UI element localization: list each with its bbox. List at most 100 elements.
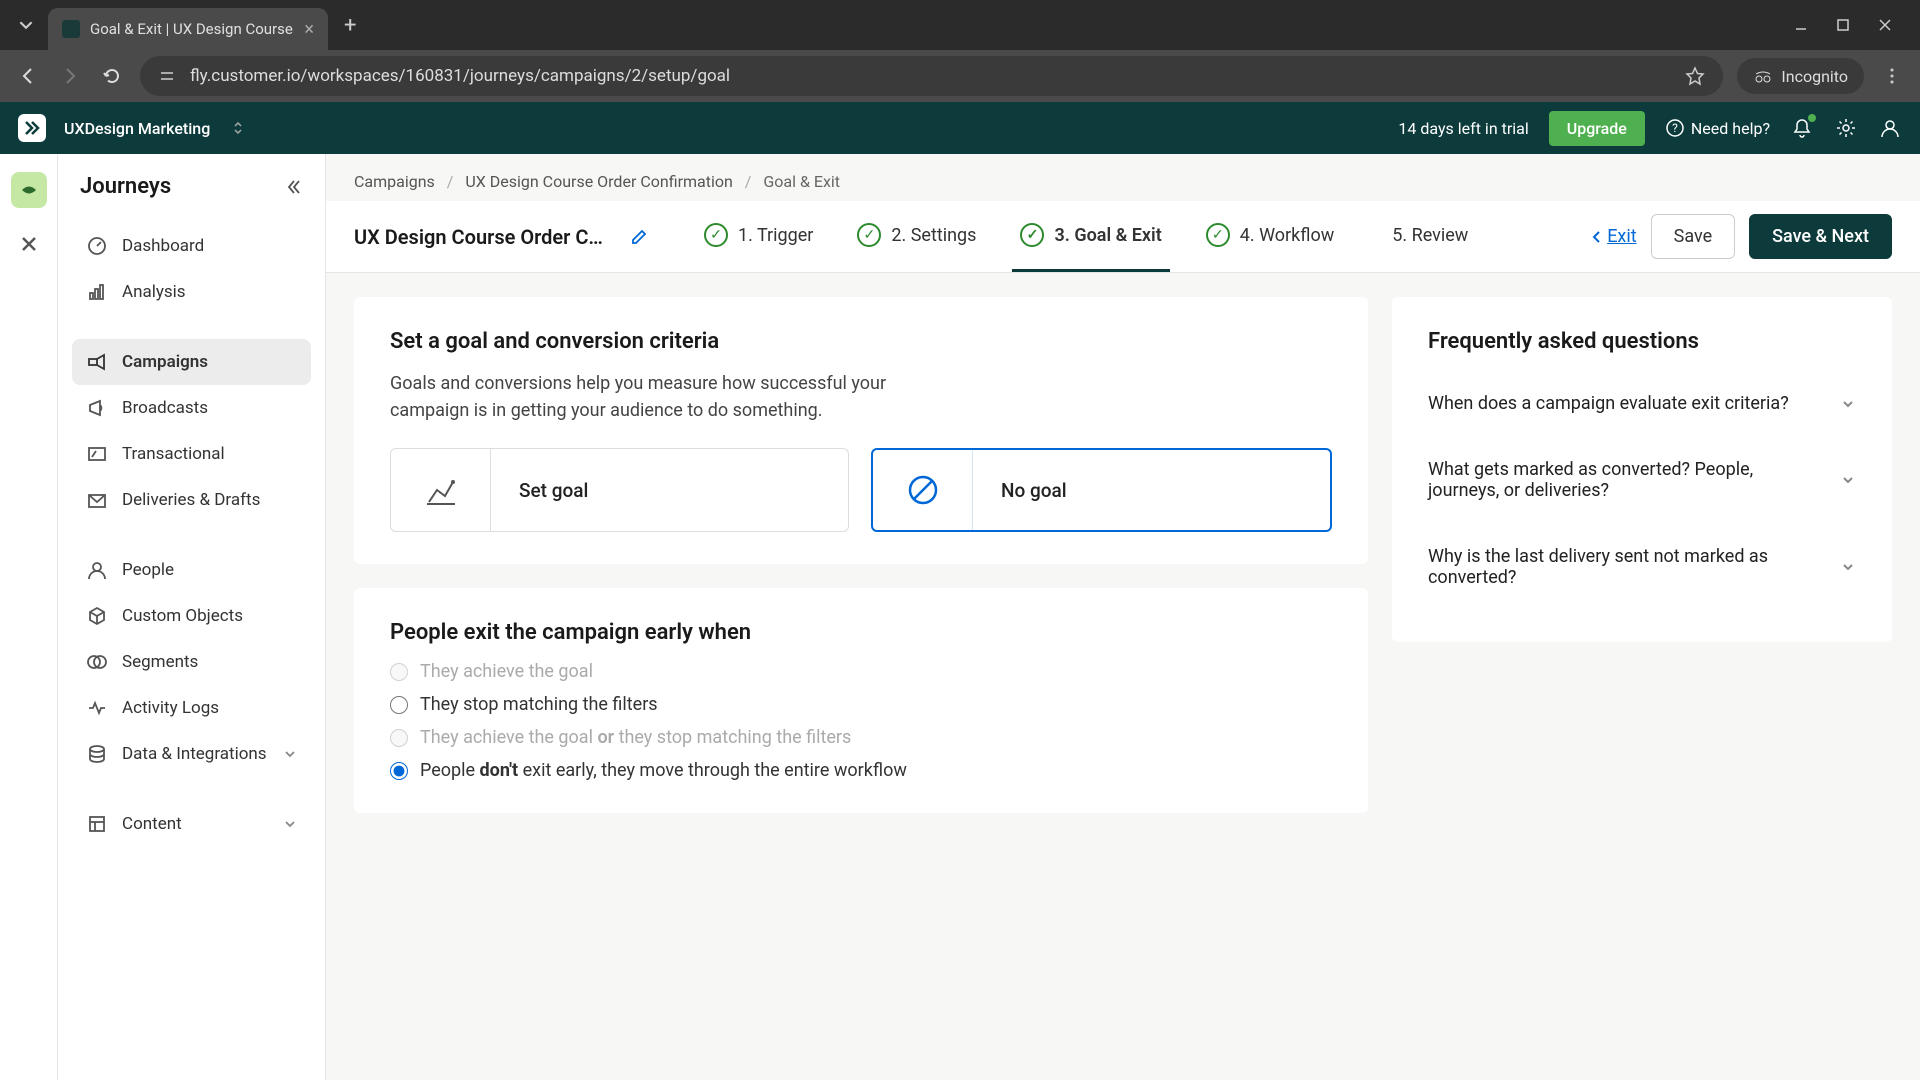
check-icon: ✓ bbox=[1206, 223, 1230, 247]
tab-search-dropdown[interactable] bbox=[8, 7, 44, 43]
new-tab-button[interactable]: + bbox=[332, 13, 368, 38]
site-info-icon[interactable] bbox=[158, 67, 176, 85]
browser-menu-icon[interactable] bbox=[1878, 62, 1906, 90]
incognito-icon bbox=[1753, 66, 1773, 86]
step-trigger[interactable]: ✓1. Trigger bbox=[696, 201, 821, 272]
sidebar-item-activity-logs[interactable]: Activity Logs bbox=[72, 685, 311, 731]
sidebar-item-campaigns[interactable]: Campaigns bbox=[72, 339, 311, 385]
close-window-icon[interactable] bbox=[1878, 18, 1892, 32]
faq-title: Frequently asked questions bbox=[1428, 329, 1856, 354]
chevron-down-icon bbox=[1840, 472, 1856, 488]
sidebar: Journeys Dashboard Analysis Campaigns Br… bbox=[58, 154, 326, 1080]
edit-title-icon[interactable] bbox=[630, 228, 648, 246]
chevron-down-icon bbox=[1840, 396, 1856, 412]
no-goal-option[interactable]: No goal bbox=[871, 448, 1332, 532]
faq-item-1[interactable]: When does a campaign evaluate exit crite… bbox=[1428, 370, 1856, 436]
workspace-switcher-icon[interactable] bbox=[232, 120, 244, 136]
trial-status: 14 days left in trial bbox=[1398, 119, 1528, 138]
setup-header: UX Design Course Order Confi… ✓1. Trigge… bbox=[326, 201, 1920, 273]
radio-input[interactable] bbox=[390, 696, 408, 714]
sidebar-item-content[interactable]: Content bbox=[72, 801, 311, 847]
faq-card: Frequently asked questions When does a c… bbox=[1392, 297, 1892, 642]
faq-item-3[interactable]: Why is the last delivery sent not marked… bbox=[1428, 523, 1856, 610]
url-input[interactable]: fly.customer.io/workspaces/160831/journe… bbox=[140, 56, 1723, 96]
minimize-icon[interactable] bbox=[1794, 18, 1808, 32]
exit-card: People exit the campaign early when They… bbox=[354, 588, 1368, 813]
back-button[interactable] bbox=[14, 62, 42, 90]
sidebar-item-deliveries[interactable]: Deliveries & Drafts bbox=[72, 477, 311, 523]
goal-card: Set a goal and conversion criteria Goals… bbox=[354, 297, 1368, 564]
breadcrumb-campaign-name[interactable]: UX Design Course Order Confirmation bbox=[465, 172, 732, 191]
settings-icon[interactable] bbox=[1834, 116, 1858, 140]
exit-option-goal-or-filters: They achieve the goal or they stop match… bbox=[390, 727, 1332, 748]
favicon-icon bbox=[62, 20, 80, 38]
breadcrumb: Campaigns / UX Design Course Order Confi… bbox=[326, 154, 1920, 201]
bookmark-icon[interactable] bbox=[1685, 66, 1705, 86]
dashboard-icon bbox=[86, 235, 108, 257]
incognito-badge[interactable]: Incognito bbox=[1737, 58, 1864, 94]
sidebar-item-transactional[interactable]: Transactional bbox=[72, 431, 311, 477]
broadcasts-icon bbox=[86, 397, 108, 419]
chevron-down-icon bbox=[283, 747, 297, 761]
step-workflow[interactable]: ✓4. Workflow bbox=[1198, 201, 1343, 272]
step-goal-exit[interactable]: ✓3. Goal & Exit bbox=[1012, 201, 1169, 272]
radio-input bbox=[390, 729, 408, 747]
exit-option-stop-matching[interactable]: They stop matching the filters bbox=[390, 694, 1332, 715]
people-icon bbox=[86, 559, 108, 581]
sidebar-item-analysis[interactable]: Analysis bbox=[72, 269, 311, 315]
browser-tab-bar: Goal & Exit | UX Design Course × + bbox=[0, 0, 1920, 50]
no-goal-icon bbox=[873, 450, 973, 530]
exit-option-dont-exit[interactable]: People don't exit early, they move throu… bbox=[390, 760, 1332, 781]
svg-text:?: ? bbox=[1672, 121, 1678, 135]
left-rail bbox=[0, 154, 58, 1080]
main-content: Campaigns / UX Design Course Order Confi… bbox=[326, 154, 1920, 1080]
sidebar-item-data-integrations[interactable]: Data & Integrations bbox=[72, 731, 311, 777]
browser-tab[interactable]: Goal & Exit | UX Design Course × bbox=[48, 8, 328, 50]
sidebar-item-dashboard[interactable]: Dashboard bbox=[72, 223, 311, 269]
goal-card-desc: Goals and conversions help you measure h… bbox=[390, 370, 910, 424]
step-review[interactable]: 5. Review bbox=[1370, 201, 1476, 272]
check-icon: ✓ bbox=[857, 223, 881, 247]
help-link[interactable]: ? Need help? bbox=[1665, 118, 1770, 138]
campaign-title: UX Design Course Order Confi… bbox=[354, 225, 614, 249]
content-icon bbox=[86, 813, 108, 835]
sidebar-title: Journeys bbox=[80, 174, 171, 199]
upgrade-button[interactable]: Upgrade bbox=[1549, 111, 1645, 146]
notification-dot bbox=[1808, 114, 1816, 122]
notifications-icon[interactable] bbox=[1790, 116, 1814, 140]
rail-other-icon[interactable] bbox=[11, 226, 47, 262]
sidebar-item-segments[interactable]: Segments bbox=[72, 639, 311, 685]
collapse-sidebar-icon[interactable] bbox=[285, 178, 303, 196]
radio-input[interactable] bbox=[390, 762, 408, 780]
reload-button[interactable] bbox=[98, 62, 126, 90]
rail-journeys-icon[interactable] bbox=[11, 172, 47, 208]
breadcrumb-campaigns[interactable]: Campaigns bbox=[354, 172, 435, 191]
tab-title: Goal & Exit | UX Design Course bbox=[90, 20, 294, 38]
custom-objects-icon bbox=[86, 605, 108, 627]
chevron-left-icon bbox=[1591, 230, 1603, 244]
workspace-name[interactable]: UXDesign Marketing bbox=[64, 119, 210, 138]
sidebar-item-custom-objects[interactable]: Custom Objects bbox=[72, 593, 311, 639]
sidebar-item-people[interactable]: People bbox=[72, 547, 311, 593]
close-tab-icon[interactable]: × bbox=[304, 19, 314, 40]
save-button[interactable]: Save bbox=[1651, 214, 1736, 259]
step-settings[interactable]: ✓2. Settings bbox=[849, 201, 984, 272]
deliveries-icon bbox=[86, 489, 108, 511]
account-icon[interactable] bbox=[1878, 116, 1902, 140]
exit-link[interactable]: Exit bbox=[1591, 226, 1636, 247]
check-icon: ✓ bbox=[704, 223, 728, 247]
faq-item-2[interactable]: What gets marked as converted? People, j… bbox=[1428, 436, 1856, 523]
set-goal-option[interactable]: Set goal bbox=[390, 448, 849, 532]
save-next-button[interactable]: Save & Next bbox=[1749, 214, 1892, 259]
sidebar-item-broadcasts[interactable]: Broadcasts bbox=[72, 385, 311, 431]
segments-icon bbox=[86, 651, 108, 673]
maximize-icon[interactable] bbox=[1836, 18, 1850, 32]
check-icon: ✓ bbox=[1020, 223, 1044, 247]
forward-button[interactable] bbox=[56, 62, 84, 90]
transactional-icon bbox=[86, 443, 108, 465]
goal-card-title: Set a goal and conversion criteria bbox=[390, 329, 1332, 354]
app-logo-icon[interactable] bbox=[18, 114, 46, 142]
chevron-down-icon bbox=[283, 817, 297, 831]
analysis-icon bbox=[86, 281, 108, 303]
data-integrations-icon bbox=[86, 743, 108, 765]
